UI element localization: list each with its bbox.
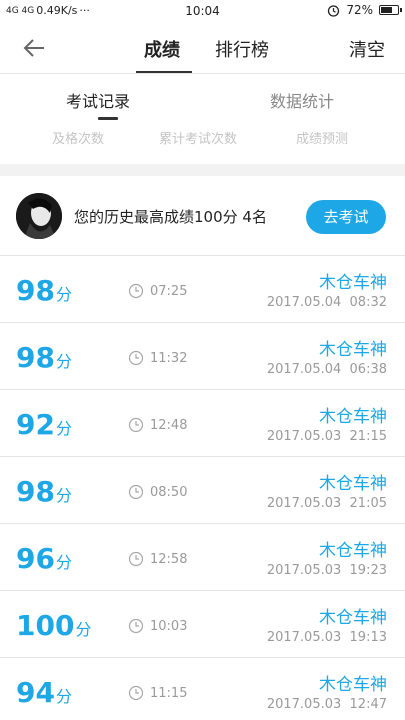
score: 98分: [16, 475, 72, 508]
tab-leaderboard[interactable]: 排行榜: [215, 36, 269, 62]
clock-icon: [128, 685, 144, 701]
exam-record-row[interactable]: 100分 10:03 木仓车神 2017.05.03 19:13: [0, 591, 405, 658]
exam-duration: 07:25: [150, 284, 188, 299]
avatar[interactable]: [16, 193, 62, 239]
user-name: 木仓车神: [319, 541, 387, 561]
section-divider: [0, 164, 405, 176]
score-value: 96: [16, 542, 55, 575]
exam-duration: 11:15: [150, 686, 188, 701]
exam-datetime: 2017.05.03 12:47: [266, 697, 387, 712]
status-bar: 4G 4G 0.49K/s ··· 10:04 72%: [0, 0, 405, 22]
score: 92分: [16, 408, 72, 441]
score-value: 92: [16, 408, 55, 441]
exam-duration: 12:48: [150, 418, 188, 433]
exam-datetime: 2017.05.04 08:32: [266, 295, 387, 310]
score: 100分: [16, 609, 91, 642]
user-name: 木仓车神: [319, 340, 387, 360]
exam-datetime: 2017.05.03 19:13: [266, 630, 387, 645]
score: 98分: [16, 274, 72, 307]
status-right: 72%: [327, 3, 402, 17]
tab-score[interactable]: 成绩: [144, 36, 180, 62]
active-tab-indicator: [136, 71, 192, 73]
exam-record-row[interactable]: 96分 12:58 木仓车神 2017.05.03 19:23: [0, 524, 405, 591]
subtab-exam-records[interactable]: 考试记录: [66, 88, 130, 112]
score: 96分: [16, 542, 72, 575]
score-unit: 分: [55, 486, 72, 505]
clear-button[interactable]: 清空: [349, 36, 385, 62]
best-score-text: 您的历史最高成绩100分 4名: [74, 208, 267, 226]
exam-datetime: 2017.05.04 06:38: [266, 362, 387, 377]
clock-icon: [128, 350, 144, 366]
exam-duration: 08:50: [150, 485, 188, 500]
score: 98分: [16, 341, 72, 374]
score-value: 94: [16, 676, 55, 709]
subtab-data-stats[interactable]: 数据统计: [270, 88, 334, 112]
user-name: 木仓车神: [319, 675, 387, 695]
stat-label-pass-count: 及格次数: [52, 132, 105, 147]
score-unit: 分: [55, 553, 72, 572]
user-name: 木仓车神: [319, 273, 387, 293]
back-arrow-icon[interactable]: [20, 34, 48, 62]
battery-percent: 72%: [346, 3, 373, 17]
exam-record-row[interactable]: 98分 11:32 木仓车神 2017.05.04 06:38: [0, 323, 405, 390]
exam-record-row[interactable]: 92分 12:48 木仓车神 2017.05.03 21:15: [0, 390, 405, 457]
exam-duration: 11:32: [150, 351, 188, 366]
exam-record-row[interactable]: 94分 11:15 木仓车神 2017.05.03 12:47: [0, 658, 405, 720]
exam-datetime: 2017.05.03 21:15: [266, 429, 387, 444]
exam-record-list: 98分 07:25 木仓车神 2017.05.04 08:32 98分 11:3…: [0, 256, 405, 720]
best-score-summary: 您的历史最高成绩100分 4名 去考试: [0, 176, 405, 256]
stat-label-total-exams: 累计考试次数: [159, 132, 238, 147]
exam-record-row[interactable]: 98分 07:25 木仓车神 2017.05.04 08:32: [0, 256, 405, 323]
stats-labels: 及格次数 累计考试次数 成绩预测: [0, 120, 405, 154]
exam-record-row[interactable]: 98分 08:50 木仓车神 2017.05.03 21:05: [0, 457, 405, 524]
clock-icon: [128, 618, 144, 634]
score-unit: 分: [55, 352, 72, 371]
exam-datetime: 2017.05.03 21:05: [266, 496, 387, 511]
subtabs: 考试记录 数据统计: [0, 74, 405, 120]
score-unit: 分: [55, 419, 72, 438]
battery-icon: [379, 5, 402, 15]
take-exam-button[interactable]: 去考试: [306, 200, 386, 234]
score-unit: 分: [55, 687, 72, 706]
score-value: 98: [16, 274, 55, 307]
exam-duration: 10:03: [150, 619, 188, 634]
exam-duration: 12:58: [150, 552, 188, 567]
header-nav: 成绩 排行榜 清空: [0, 22, 405, 74]
user-name: 木仓车神: [319, 407, 387, 427]
stat-label-prediction: 成绩预测: [296, 132, 349, 147]
clock-icon: [128, 417, 144, 433]
score-unit: 分: [75, 620, 92, 639]
user-name: 木仓车神: [319, 608, 387, 628]
score-unit: 分: [55, 285, 72, 304]
clock-icon: [128, 484, 144, 500]
user-name: 木仓车神: [319, 474, 387, 494]
clock-icon: [128, 283, 144, 299]
alarm-clock-icon: [328, 4, 340, 17]
exam-datetime: 2017.05.03 19:23: [266, 563, 387, 578]
score-value: 98: [16, 341, 55, 374]
score: 94分: [16, 676, 72, 709]
score-value: 100: [16, 609, 75, 642]
clock-icon: [128, 551, 144, 567]
score-value: 98: [16, 475, 55, 508]
